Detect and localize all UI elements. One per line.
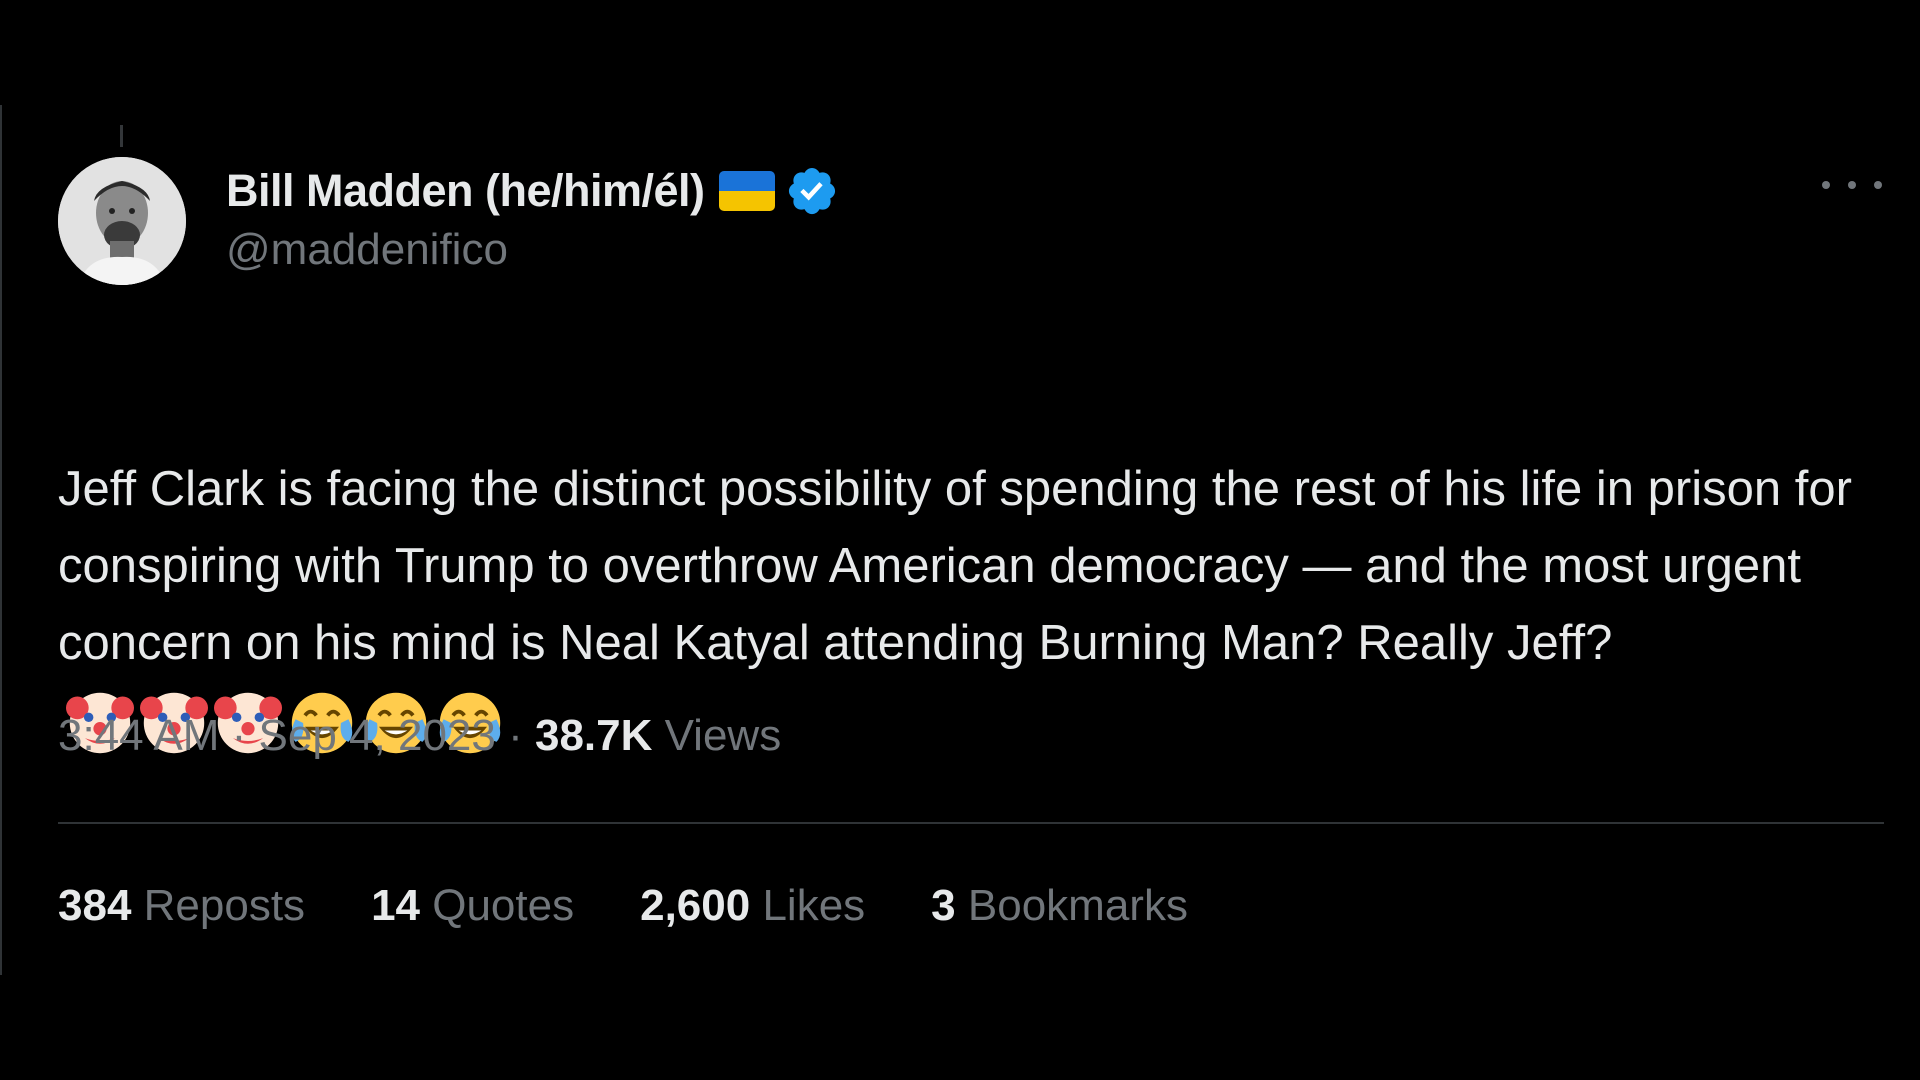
- stat-label: Bookmarks: [955, 881, 1188, 930]
- ukraine-flag-icon: [718, 171, 775, 211]
- stat-count: 384: [58, 881, 132, 930]
- author-name-row: Bill Madden (he/him/él): [226, 161, 839, 221]
- engagement-stats: 384 Reposts 14 Quotes 2,600 Likes 3 Book…: [58, 881, 1254, 931]
- author-handle[interactable]: @maddenifico: [226, 225, 508, 275]
- bookmarks-stat[interactable]: 3 Bookmarks: [931, 881, 1188, 931]
- reposts-stat[interactable]: 384 Reposts: [58, 881, 305, 931]
- tweet-card: Bill Madden (he/him/él) @maddenifico Jef…: [0, 105, 1920, 975]
- stat-label: Likes: [750, 881, 866, 930]
- tweet-text: Jeff Clark is facing the distinct possib…: [58, 462, 1852, 670]
- stat-count: 3: [931, 881, 956, 930]
- stat-label: Quotes: [420, 881, 575, 930]
- more-options-icon[interactable]: [1822, 165, 1882, 205]
- meta-separator: ·: [219, 711, 259, 760]
- stat-count: 14: [371, 881, 421, 930]
- divider: [58, 822, 1884, 824]
- avatar[interactable]: [58, 157, 186, 285]
- verified-badge-icon[interactable]: [785, 164, 839, 218]
- tweet-date[interactable]: Sep 4, 2023: [259, 711, 496, 760]
- stat-label: Reposts: [131, 881, 306, 930]
- likes-stat[interactable]: 2,600 Likes: [640, 881, 865, 931]
- author-display-name[interactable]: Bill Madden (he/him/él): [226, 165, 705, 217]
- meta-separator: ·: [495, 711, 535, 760]
- stat-count: 2,600: [640, 881, 751, 930]
- views-label: Views: [652, 711, 782, 760]
- views-count[interactable]: 38.7K: [535, 711, 652, 760]
- tweet-time[interactable]: 3:44 AM: [58, 711, 219, 760]
- tweet-meta: 3:44 AM · Sep 4, 2023 · 38.7K Views: [58, 711, 781, 761]
- thread-connector-line: [120, 125, 123, 147]
- quotes-stat[interactable]: 14 Quotes: [371, 881, 574, 931]
- avatar-image: [58, 157, 186, 285]
